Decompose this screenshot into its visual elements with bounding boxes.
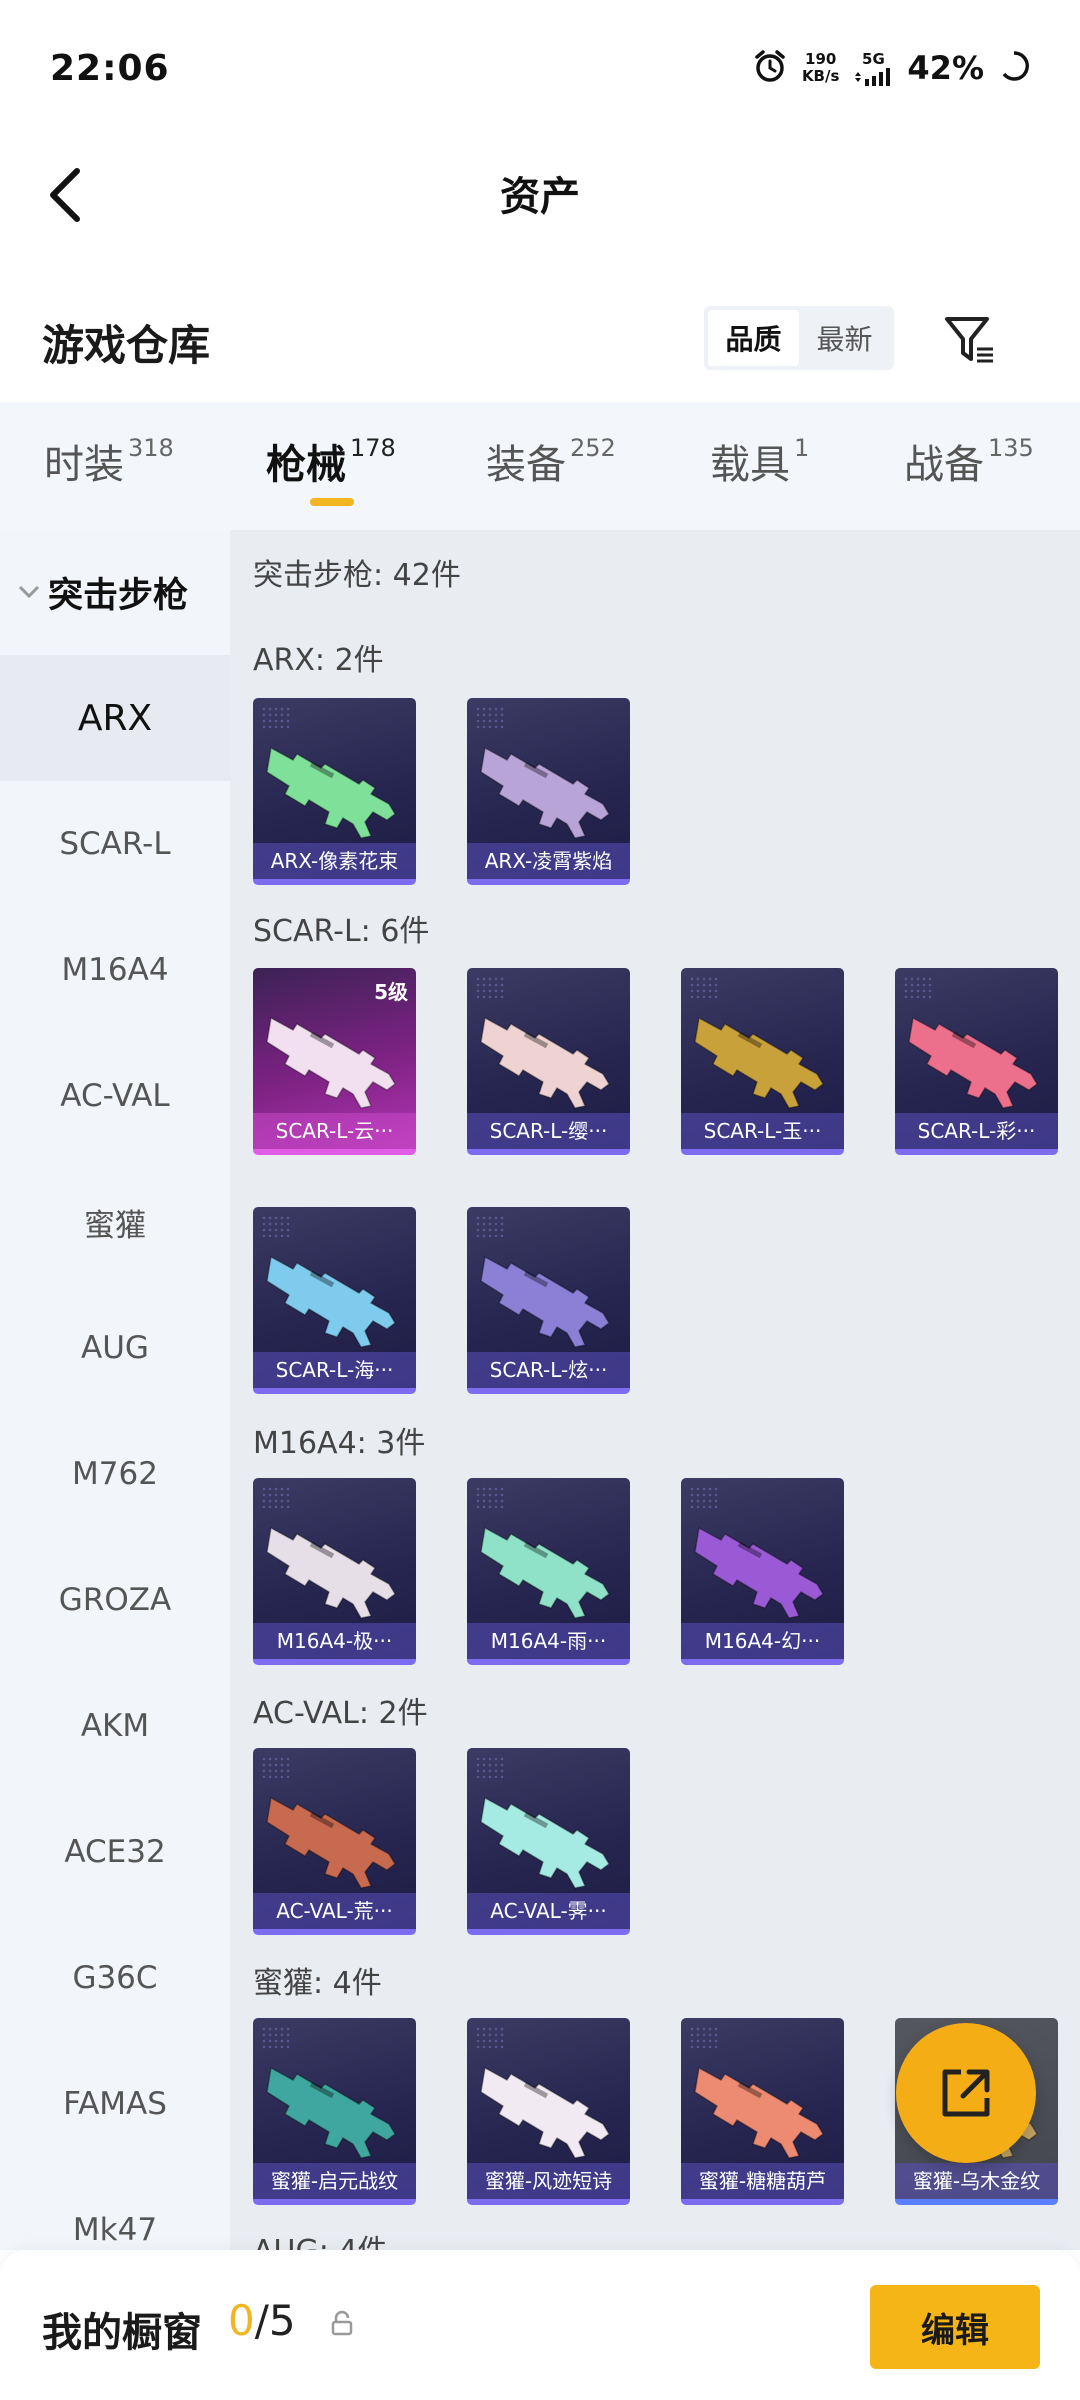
sidebar-item-groza[interactable]: GROZA [0,1537,230,1663]
sidebar-item-mk47[interactable]: Mk47 [0,2167,230,2250]
sidebar-item-m16a4[interactable]: M16A4 [0,907,230,1033]
header: 资产 [0,140,1080,290]
group-label: 蜜獾: 4件 [253,1966,382,2001]
weapon-card[interactable]: SCAR-L-缨··· [467,968,630,1155]
rifle-icon [263,720,406,840]
edit-button[interactable]: 编辑 [870,2285,1040,2369]
sidebar-group-assault-rifles[interactable]: 突击步枪 [0,530,230,655]
rifle-icon [477,1229,620,1349]
rifle-icon [477,990,620,1110]
loading-icon [998,50,1030,86]
weapon-card[interactable]: SCAR-L-玉··· [681,968,844,1155]
status-icons: 190 KB/s 5G 42% [752,48,1030,88]
rifle-icon [263,990,406,1110]
sidebar-item-scar-l[interactable]: SCAR-L [0,781,230,907]
showcase-count: 0/5 [228,2296,296,2345]
rifle-icon [691,990,834,1110]
sidebar-item-akm[interactable]: AKM [0,1663,230,1789]
sort-newest-button[interactable]: 最新 [799,310,890,366]
rifle-icon [263,1500,406,1620]
rifle-icon [905,990,1048,1110]
signal-icon [855,67,891,86]
sidebar-item-arx[interactable]: ARX [0,655,230,781]
rifle-icon [477,2040,620,2160]
group-label: AC-VAL: 2件 [253,1696,428,1731]
tab-equipment[interactable]: 装备 252 [486,432,616,490]
weapon-card[interactable]: AC-VAL-霁··· [467,1748,630,1935]
page-title: 资产 [500,174,580,220]
warehouse-header: 游戏仓库 品质 最新 [0,290,1080,402]
weapon-card[interactable]: 蜜獾-风迹短诗 [467,2018,630,2205]
rifle-icon [477,1500,620,1620]
battery-level: 42% [907,49,984,87]
weapon-card[interactable]: SCAR-L-炫··· [467,1207,630,1394]
filter-button[interactable] [940,310,1000,370]
sidebar-item-honey-badger[interactable]: 蜜獾 [0,1159,230,1285]
rifle-icon [691,2040,834,2160]
active-tab-indicator [310,498,354,506]
status-bar: 22:06 190 KB/s 5G 42% [0,0,1080,140]
group-label: ARX: 2件 [253,643,384,678]
weapon-card[interactable]: SCAR-L-海··· [253,1207,416,1394]
section-total: 突击步枪: 42件 [253,558,461,593]
showcase-bar: 我的橱窗 0/5 编辑 [0,2250,1080,2400]
status-time: 22:06 [50,48,170,89]
weapon-card[interactable]: AC-VAL-荒··· [253,1748,416,1935]
weapon-card[interactable]: SCAR-L-彩··· [895,968,1058,1155]
category-tabs: 时装 318 枪械 178 装备 252 载具 1 战备 135 [0,402,1080,530]
weapon-card[interactable]: M16A4-雨··· [467,1478,630,1665]
sidebar-item-famas[interactable]: FAMAS [0,2041,230,2167]
share-icon [942,2069,990,2117]
lock-icon [331,2310,353,2336]
weapon-grid: 突击步枪: 42件 ARX: 2件 ARX-像素花束 ARX-凌霄紫焰 SCAR… [230,530,1080,2250]
weapon-card[interactable]: M16A4-极··· [253,1478,416,1665]
sidebar-item-g36c[interactable]: G36C [0,1915,230,2041]
tab-firearms[interactable]: 枪械 178 [266,432,396,490]
sidebar-item-ac-val[interactable]: AC-VAL [0,1033,230,1159]
weapon-card[interactable]: 5级 SCAR-L-云··· [253,968,416,1155]
sort-quality-button[interactable]: 品质 [708,310,799,366]
weapon-card[interactable]: ARX-像素花束 [253,698,416,885]
sort-toggle: 品质 最新 [704,306,894,370]
tab-fashion[interactable]: 时装 318 [44,432,174,490]
filter-icon [945,317,993,363]
rifle-icon [477,1770,620,1890]
group-label: AUG: 4件 [253,2226,387,2250]
tab-vehicles[interactable]: 载具 1 [710,432,809,490]
warehouse-title: 游戏仓库 [42,321,211,370]
sidebar-item-m762[interactable]: M762 [0,1411,230,1537]
weapon-card[interactable]: 蜜獾-启元战纹 [253,2018,416,2205]
rifle-icon [263,1229,406,1349]
sidebar-item-ace32[interactable]: ACE32 [0,1789,230,1915]
chevron-down-icon [18,580,40,605]
weapon-card[interactable]: M16A4-幻··· [681,1478,844,1665]
rifle-icon [263,1770,406,1890]
share-button[interactable] [896,2023,1036,2163]
sidebar-item-aug[interactable]: AUG [0,1285,230,1411]
group-label: M16A4: 3件 [253,1426,426,1461]
tab-combat-supplies[interactable]: 战备 135 [904,432,1034,490]
network-speed: 190 KB/s [801,50,840,85]
showcase-title: 我的橱窗 [42,2310,202,2356]
rifle-icon [691,1500,834,1620]
signal-indicator: 5G [853,50,893,86]
weapon-sidebar: 突击步枪 ARX SCAR-L M16A4 AC-VAL 蜜獾 AUG M762… [0,530,230,2250]
rifle-icon [477,720,620,840]
weapon-card[interactable]: ARX-凌霄紫焰 [467,698,630,885]
rifle-icon [263,2040,406,2160]
group-label: SCAR-L: 6件 [253,914,430,949]
alarm-icon [752,48,788,88]
weapon-card[interactable]: 蜜獾-糖糖葫芦 [681,2018,844,2205]
